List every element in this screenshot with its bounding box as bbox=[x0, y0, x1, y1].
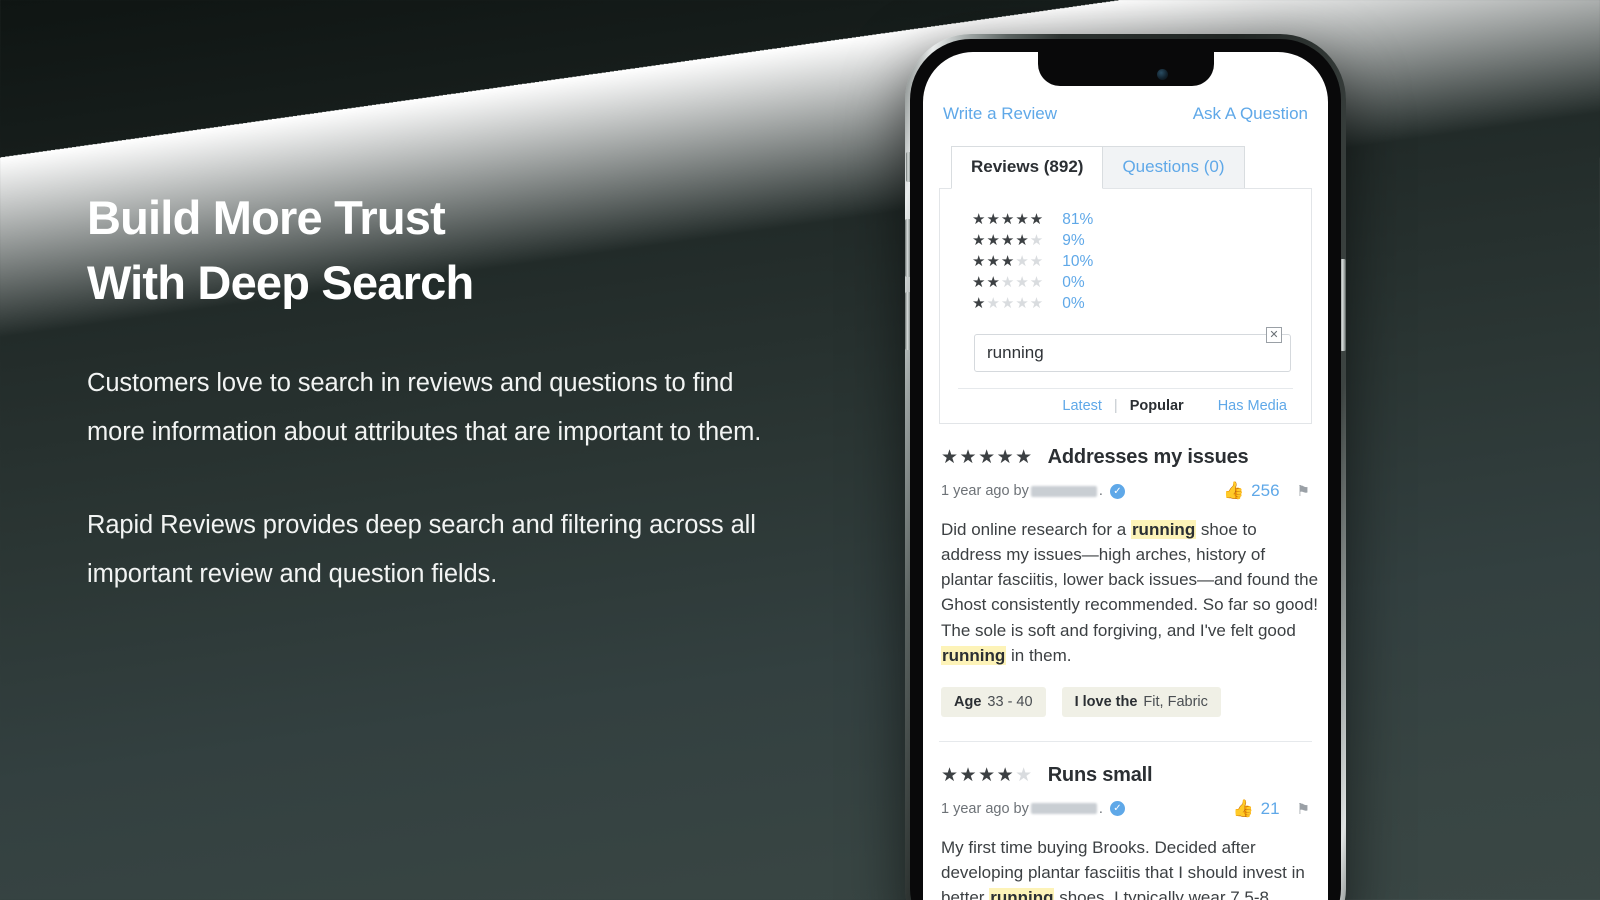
phone-screen: Write a Review Ask A Question Reviews (8… bbox=[923, 52, 1328, 900]
tab-questions[interactable]: Questions (0) bbox=[1102, 146, 1245, 189]
headline-line-1: Build More Trust bbox=[87, 191, 446, 244]
review-actions: 👍 21 ⚑ bbox=[1232, 799, 1310, 819]
review-author-suffix: . bbox=[1098, 800, 1103, 817]
stars-3: ★★★★★ bbox=[972, 253, 1045, 270]
helpful-count: 256 bbox=[1251, 481, 1280, 500]
reviewer-name-redacted bbox=[1030, 803, 1097, 815]
review-body: My first time buying Brooks. Decided aft… bbox=[941, 835, 1321, 900]
review-body-seg: in them. bbox=[1006, 645, 1072, 665]
attribute-tag-value: Fit, Fabric bbox=[1143, 693, 1208, 710]
review-body-seg: shoes. I typically wear 7.5-8. bbox=[1054, 888, 1274, 900]
reviewer-name-redacted bbox=[1030, 485, 1097, 497]
review-body: Did online research for a running shoe t… bbox=[941, 517, 1321, 668]
attribute-tag-label: Age bbox=[954, 693, 982, 710]
phone-frame: Write a Review Ask A Question Reviews (8… bbox=[905, 34, 1346, 900]
sort-bar: Latest | Popular Has Media bbox=[958, 388, 1293, 423]
verified-badge-icon: ✓ bbox=[1109, 483, 1125, 499]
attribute-tag-label: I love the bbox=[1074, 693, 1138, 710]
rating-row-5[interactable]: ★★★★★ 81% bbox=[972, 209, 1293, 230]
verified-badge-icon: ✓ bbox=[1109, 801, 1125, 817]
review-item: ★★★★★ Runs small 1 year ago by . ✓ 👍 21 … bbox=[939, 740, 1312, 900]
review-actions: 👍 256 ⚑ bbox=[1223, 481, 1310, 501]
phone-bezel: Write a Review Ask A Question Reviews (8… bbox=[910, 39, 1341, 900]
sort-divider: | bbox=[1113, 398, 1118, 414]
stars-5: ★★★★★ bbox=[972, 211, 1045, 228]
hero-paragraph-1: Customers love to search in reviews and … bbox=[87, 368, 762, 446]
sort-latest-link[interactable]: Latest bbox=[1062, 398, 1102, 414]
phone-mockup: Write a Review Ask A Question Reviews (8… bbox=[897, 34, 1357, 900]
tab-reviews[interactable]: Reviews (892) bbox=[951, 146, 1104, 189]
flag-icon[interactable]: ⚑ bbox=[1297, 800, 1310, 818]
rating-summary-card: ★★★★★ 81% ★★★★★ 9% ★★★★★ 10% ★★★★★ 0% ★★… bbox=[939, 188, 1312, 424]
rating-percent-5: 81% bbox=[1062, 210, 1094, 228]
search-highlight: running bbox=[941, 645, 1007, 665]
search-row: running ✕ bbox=[958, 320, 1293, 388]
headline-line-2: With Deep Search bbox=[87, 255, 474, 309]
sort-popular-link[interactable]: Popular bbox=[1130, 398, 1184, 414]
filter-has-media-link[interactable]: Has Media bbox=[1218, 398, 1287, 414]
review-author-suffix: . bbox=[1098, 483, 1103, 499]
review-age: 1 year ago by bbox=[941, 483, 1029, 499]
helpful-count: 21 bbox=[1260, 798, 1280, 818]
rating-row-2[interactable]: ★★★★★ 0% bbox=[972, 272, 1293, 293]
review-stars: ★★★★★ bbox=[941, 447, 1034, 468]
search-input-value: running bbox=[987, 343, 1044, 362]
attribute-tag-value: 33 - 40 bbox=[987, 693, 1033, 710]
thumbs-up-icon: 👍 bbox=[1223, 481, 1245, 500]
rating-row-4[interactable]: ★★★★★ 9% bbox=[972, 230, 1293, 251]
rating-percent-3: 10% bbox=[1062, 252, 1094, 270]
review-header: ★★★★★ Addresses my issues bbox=[941, 446, 1310, 469]
review-meta: 1 year ago by . ✓ 👍 21 ⚑ bbox=[941, 799, 1310, 819]
flag-icon[interactable]: ⚑ bbox=[1297, 482, 1310, 500]
review-item: ★★★★★ Addresses my issues 1 year ago by … bbox=[939, 424, 1318, 717]
page-title: Build More Trust With Deep Search bbox=[87, 186, 787, 316]
review-body-seg: Did online research for a bbox=[941, 520, 1131, 539]
review-attribute-tags: Age 33 - 40 I love the Fit, Fabric bbox=[941, 686, 1310, 717]
stars-1: ★★★★★ bbox=[972, 295, 1045, 312]
review-meta: 1 year ago by . ✓ 👍 256 ⚑ bbox=[941, 481, 1310, 501]
review-header: ★★★★★ Runs small bbox=[941, 764, 1310, 787]
rating-percent-2: 0% bbox=[1062, 273, 1085, 291]
stars-2: ★★★★★ bbox=[972, 274, 1045, 291]
attribute-tag: I love the Fit, Fabric bbox=[1061, 686, 1221, 717]
notch bbox=[1037, 52, 1214, 86]
hero-paragraph-2: Rapid Reviews provides deep search and f… bbox=[87, 510, 756, 588]
search-highlight: running bbox=[1130, 520, 1197, 539]
review-age: 1 year ago by bbox=[941, 800, 1029, 817]
hero-copy: Build More Trust With Deep Search Custom… bbox=[87, 186, 787, 599]
rating-row-3[interactable]: ★★★★★ 10% bbox=[972, 251, 1293, 272]
helpful-button[interactable]: 👍 256 bbox=[1223, 481, 1280, 501]
rating-percent-4: 9% bbox=[1062, 231, 1085, 249]
review-title: Addresses my issues bbox=[1047, 446, 1249, 468]
search-input[interactable]: running ✕ bbox=[974, 327, 1291, 372]
rating-breakdown: ★★★★★ 81% ★★★★★ 9% ★★★★★ 10% ★★★★★ 0% ★★… bbox=[958, 205, 1293, 320]
tab-bar: Reviews (892) Questions (0) bbox=[939, 145, 1312, 189]
write-a-review-link[interactable]: Write a Review bbox=[943, 104, 1057, 124]
ask-a-question-link[interactable]: Ask A Question bbox=[1193, 104, 1308, 124]
thumbs-up-icon: 👍 bbox=[1232, 798, 1254, 818]
front-camera-icon bbox=[1156, 69, 1168, 80]
helpful-button[interactable]: 👍 21 bbox=[1232, 799, 1279, 819]
reviews-app: Write a Review Ask A Question Reviews (8… bbox=[923, 52, 1328, 900]
review-title: Runs small bbox=[1047, 763, 1153, 786]
rating-percent-1: 0% bbox=[1062, 294, 1085, 312]
rating-row-1[interactable]: ★★★★★ 0% bbox=[972, 293, 1293, 314]
search-highlight: running bbox=[989, 888, 1055, 900]
close-icon[interactable]: ✕ bbox=[1266, 327, 1282, 343]
review-stars: ★★★★★ bbox=[941, 764, 1034, 786]
stars-4: ★★★★★ bbox=[972, 232, 1045, 249]
attribute-tag: Age 33 - 40 bbox=[941, 686, 1046, 717]
